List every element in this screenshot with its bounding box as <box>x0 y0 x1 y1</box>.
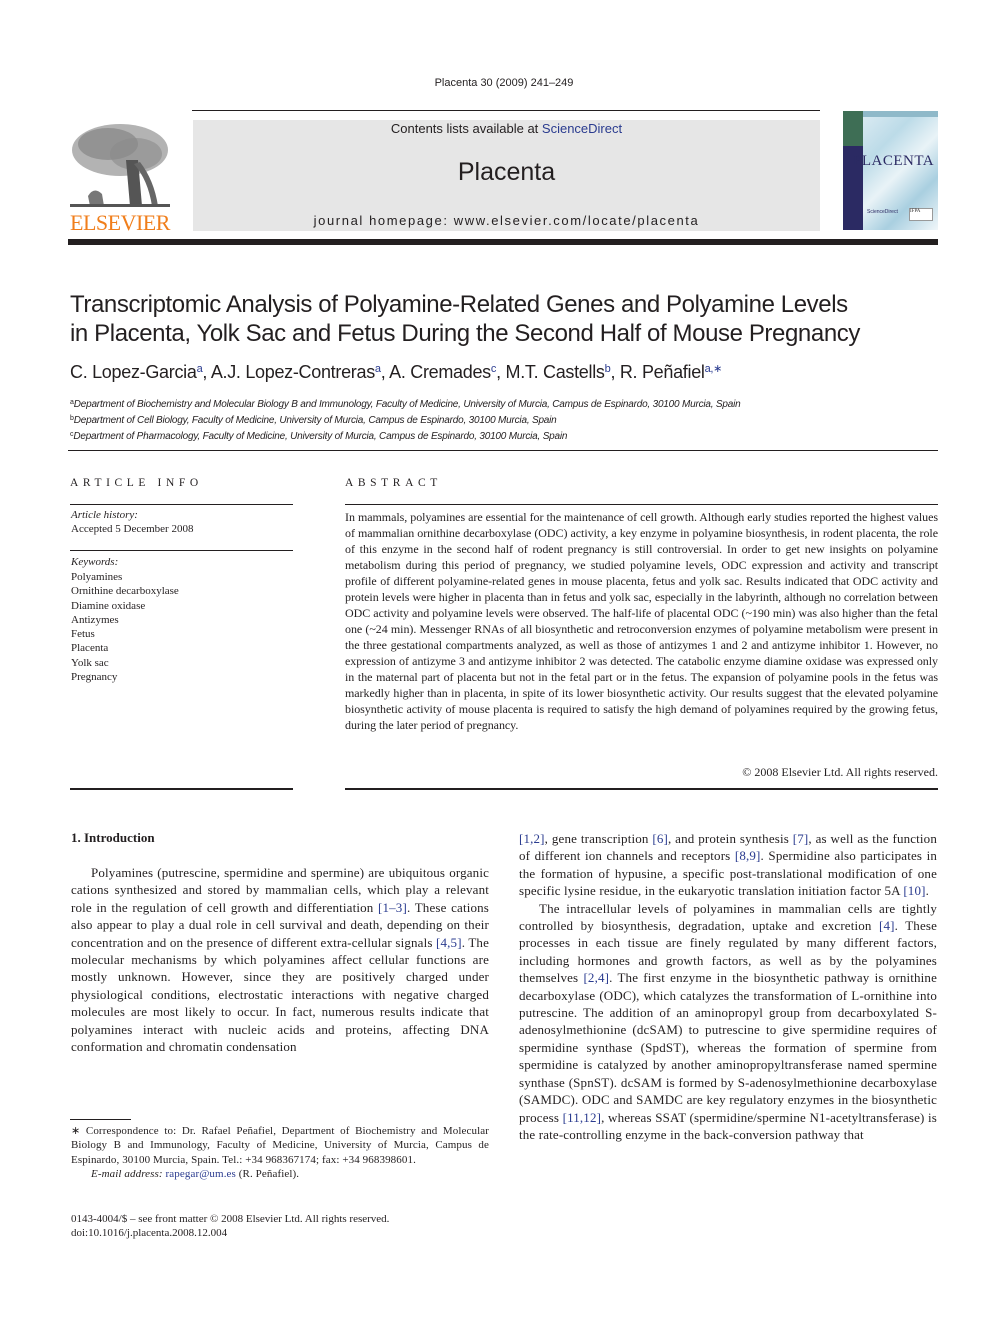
affiliation-text: Department of Cell Biology, Faculty of M… <box>73 415 557 426</box>
keyword: Ornithine decarboxylase <box>71 585 179 598</box>
paragraph: [1,2], gene transcription [6], and prote… <box>519 830 937 900</box>
body-text: . The molecular mechanisms by which poly… <box>71 934 490 1055</box>
article-info-rule <box>70 550 293 551</box>
abstract-rule <box>345 504 938 505</box>
author-name: C. Lopez-Garcia <box>70 362 197 382</box>
email-line: E-mail address: rapegar@um.es (R. Peñafi… <box>71 1167 489 1181</box>
author-list: C. Lopez-Garciaa, A.J. Lopez-Contrerasa,… <box>70 362 723 382</box>
journal-name: Placenta <box>457 158 556 186</box>
abstract-copyright: © 2008 Elsevier Ltd. All rights reserved… <box>742 765 938 779</box>
elsevier-wordmark: ELSEVIER <box>70 210 170 235</box>
citation-link[interactable]: [4] <box>879 918 895 933</box>
citation-link[interactable]: [11,12] <box>563 1110 601 1125</box>
title-line-1: Transcriptomic Analysis of Polyamine-Rel… <box>70 291 848 318</box>
affiliation-marker[interactable]: b <box>605 363 611 375</box>
tree-icon <box>68 120 172 210</box>
citation-link[interactable]: [10] <box>903 883 925 898</box>
doi-link[interactable]: doi:10.1016/j.placenta.2008.12.004 <box>71 1226 389 1240</box>
citation-link[interactable]: [7] <box>793 831 809 846</box>
body-column-right: [1,2], gene transcription [6], and prote… <box>519 830 937 1143</box>
article-info-end-rule <box>70 788 293 790</box>
keywords-list: Polyamines Ornithine decarboxylase Diami… <box>71 570 179 684</box>
keyword: Polyamines <box>71 571 123 583</box>
article-title: Transcriptomic Analysis of Polyamine-Rel… <box>70 290 930 348</box>
body-text: The intracellular levels of polyamines i… <box>519 900 937 934</box>
keyword: Placenta <box>71 642 109 655</box>
contents-lists-line: Contents lists available at ScienceDirec… <box>193 121 820 136</box>
front-matter: 0143-4004/$ – see front matter © 2008 El… <box>71 1212 389 1240</box>
issn-line: 0143-4004/$ – see front matter © 2008 El… <box>71 1213 390 1225</box>
keyword: Diamine oxidase <box>71 599 146 612</box>
cover-ifpa-logo: IFPA <box>909 208 933 221</box>
article-info-heading: ARTICLE INFO <box>70 477 203 489</box>
email-link[interactable]: rapegar@um.es <box>166 1168 236 1180</box>
journal-masthead: Contents lists available at ScienceDirec… <box>193 120 820 231</box>
keyword: Fetus <box>71 628 95 641</box>
cover-top-bar <box>863 111 938 117</box>
article-info-rule <box>70 504 293 505</box>
sciencedirect-link[interactable]: ScienceDirect <box>542 121 622 136</box>
citation-link[interactable]: [8,9] <box>735 848 761 863</box>
affiliation-item: cDepartment of Pharmacology, Faculty of … <box>70 428 940 444</box>
header-rule <box>192 110 820 111</box>
journal-homepage-link[interactable]: journal homepage: www.elsevier.com/locat… <box>193 213 820 228</box>
body-text: . <box>925 883 929 899</box>
affiliation-text: Department of Pharmacology, Faculty of M… <box>73 431 568 442</box>
paragraph: Polyamines (putrescine, spermidine and s… <box>71 864 489 1055</box>
citation-link[interactable]: [6] <box>652 831 668 846</box>
article-history-value: Accepted 5 December 2008 <box>71 523 194 535</box>
body-text: , and protein synthesis <box>667 831 793 846</box>
author-name: A. Cremades <box>389 362 491 382</box>
body-text: , gene transcription <box>544 831 653 846</box>
cover-sciencedirect-logo: ScienceDirect <box>867 209 898 215</box>
correspondence-text: ∗ Correspondence to: Dr. Rafael Peñafiel… <box>71 1125 489 1166</box>
abstract-text: In mammals, polyamines are essential for… <box>345 510 938 732</box>
affiliation-rule <box>68 450 938 451</box>
title-line-2: in Placenta, Yolk Sac and Fetus During t… <box>70 320 860 347</box>
affiliation-marker[interactable]: a <box>375 363 381 375</box>
keyword: Yolk sac <box>71 656 109 669</box>
affiliation-item: aDepartment of Biochemistry and Molecula… <box>70 396 940 412</box>
contents-prefix: Contents lists available at <box>390 121 542 136</box>
paragraph: The intracellular levels of polyamines i… <box>519 900 937 1144</box>
citation-link[interactable]: [1,2] <box>519 831 545 846</box>
header-thick-rule <box>68 239 938 245</box>
journal-citation: Placenta 30 (2009) 241–249 <box>434 77 574 89</box>
affiliations: aDepartment of Biochemistry and Molecula… <box>70 396 940 444</box>
email-label: E-mail address: <box>91 1167 166 1180</box>
author-name: M.T. Castells <box>505 362 605 382</box>
article-history-label: Article history: <box>71 509 138 521</box>
author-name: A.J. Lopez-Contreras <box>210 362 375 382</box>
keyword: Antizymes <box>71 613 119 626</box>
journal-cover-thumbnail[interactable]: PLACENTA ScienceDirect IFPA <box>843 111 938 230</box>
affiliation-text: Department of Biochemistry and Molecular… <box>73 399 741 410</box>
body-column-left: Polyamines (putrescine, spermidine and s… <box>71 864 489 1055</box>
email-suffix: (R. Peñafiel). <box>235 1167 300 1180</box>
affiliation-marker[interactable]: c <box>491 363 497 375</box>
cover-title: PLACENTA <box>853 153 935 169</box>
abstract-end-rule <box>345 788 938 790</box>
cover-logo-block <box>843 111 863 146</box>
citation-link[interactable]: [4,5] <box>436 935 462 950</box>
footnote-rule <box>70 1119 131 1120</box>
author-name: R. Peñafiel <box>619 362 705 382</box>
correspondence-footnote: ∗ Correspondence to: Dr. Rafael Peñafiel… <box>71 1124 489 1181</box>
affiliation-marker[interactable]: a,∗ <box>705 363 723 375</box>
abstract-heading: ABSTRACT <box>345 477 442 489</box>
keywords-label: Keywords: <box>71 556 119 568</box>
citation-link[interactable]: [2,4] <box>583 970 609 985</box>
affiliation-item: bDepartment of Cell Biology, Faculty of … <box>70 412 940 428</box>
keyword: Pregnancy <box>71 671 118 684</box>
affiliation-marker[interactable]: a <box>197 363 203 375</box>
body-text: . The first enzyme in the biosynthetic p… <box>519 970 938 1125</box>
citation-link[interactable]: [1–3] <box>378 900 407 915</box>
section-heading-introduction: 1. Introduction <box>71 830 155 845</box>
